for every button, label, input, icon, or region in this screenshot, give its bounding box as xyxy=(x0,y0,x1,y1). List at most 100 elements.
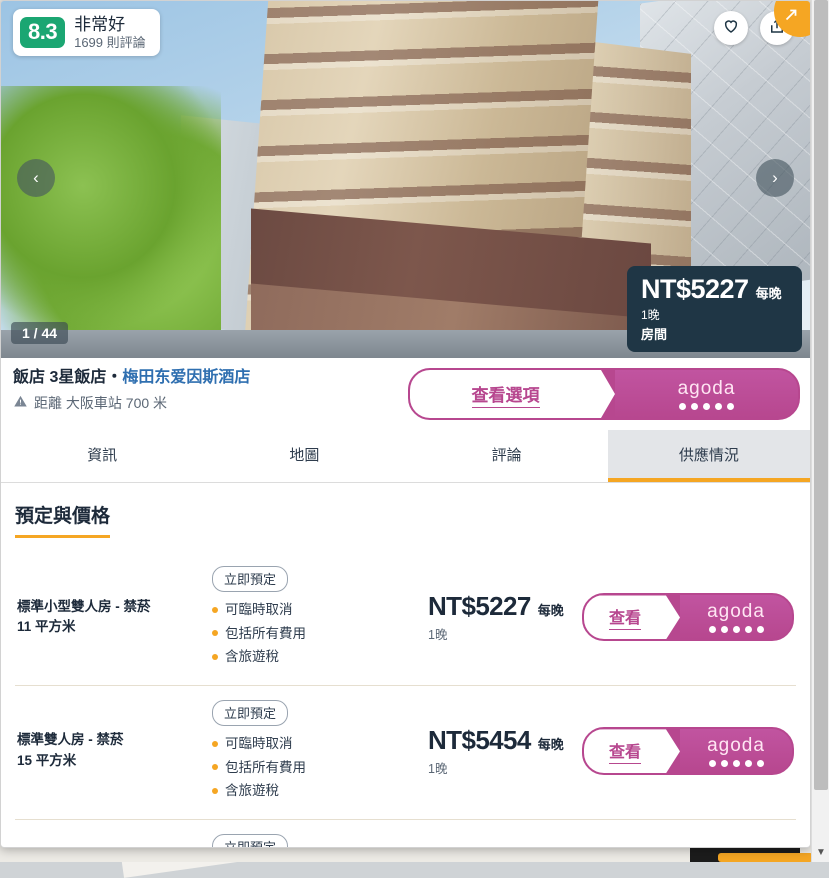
room-name-block: 標準小型雙人房 - 禁菸 11 平方米 xyxy=(17,597,202,639)
room-feature: 含旅遊稅 xyxy=(212,779,412,803)
room-row: 標準小型雙人房 - 禁菸 11 平方米 立即預定 可臨時取消 包括所有費用 含旅… xyxy=(15,552,796,685)
agoda-dots-icon xyxy=(709,626,764,633)
room-feature-label: 可臨時取消 xyxy=(225,732,293,756)
room-features: 立即預定 可臨時取消 包括所有費用 含旅遊稅 xyxy=(212,566,412,669)
hero-price-nights: 1晚 xyxy=(641,306,786,323)
page-scrollbar[interactable]: ▼ xyxy=(811,0,829,862)
carousel-prev-button[interactable]: ‹ xyxy=(17,159,55,197)
hotel-distance-row: 距離 大阪車站 700 米 xyxy=(13,393,398,413)
agoda-logo: agoda xyxy=(678,378,736,400)
carousel-next-button[interactable]: › xyxy=(756,159,794,197)
rating-score: 8.3 xyxy=(20,17,65,48)
scroll-down-arrow-icon[interactable]: ▼ xyxy=(812,847,829,858)
room-price-per: 每晚 xyxy=(538,734,564,753)
provider-area-agoda[interactable]: agoda xyxy=(680,595,792,639)
hotel-distance-text: 距離 大阪車站 700 米 xyxy=(34,393,167,413)
agoda-logo: agoda xyxy=(707,735,765,757)
room-price-amount: NT$5227 xyxy=(428,591,531,622)
expand-arrow-icon xyxy=(782,6,800,29)
agoda-dots-icon xyxy=(679,403,734,410)
image-counter: 1 / 44 xyxy=(11,322,68,344)
instant-book-badge: 立即預定 xyxy=(212,700,288,726)
room-feature-label: 含旅遊稅 xyxy=(225,645,279,669)
tab-availability[interactable]: 供應情況 xyxy=(608,430,810,482)
tab-info[interactable]: 資訊 xyxy=(1,430,203,482)
room-feature-label: 包括所有費用 xyxy=(225,756,306,780)
agoda-dots-icon xyxy=(709,760,764,767)
room-price-per: 每晚 xyxy=(538,600,564,619)
view-options-button[interactable]: 查看選項 agoda xyxy=(408,368,800,420)
room-book-label-area[interactable]: 查看 xyxy=(584,595,680,639)
rating-review-count: 1699 則評論 xyxy=(74,36,146,51)
room-price-nights: 1晚 xyxy=(428,624,572,643)
favorite-button[interactable] xyxy=(714,11,748,45)
view-options-label: 查看選項 xyxy=(472,381,540,408)
room-name: 標準雙人房 - 禁菸 xyxy=(17,730,202,751)
bullet-icon xyxy=(212,654,218,660)
room-feature: 可臨時取消 xyxy=(212,598,412,622)
room-size: 15 平方米 xyxy=(17,751,202,772)
provider-area-agoda[interactable]: agoda xyxy=(615,370,798,418)
chevron-right-icon: › xyxy=(772,168,778,188)
room-name: 標準小型雙人房 - 禁菸 xyxy=(17,597,202,618)
chevron-left-icon: ‹ xyxy=(33,168,39,188)
hotel-title: 飯店 3星飯店・梅田东爱因斯酒店 xyxy=(13,368,398,389)
agoda-logo: agoda xyxy=(707,601,765,623)
scrollbar-thumb[interactable] xyxy=(814,0,828,790)
tab-reviews-label: 評論 xyxy=(492,447,522,464)
room-feature: 可臨時取消 xyxy=(212,732,412,756)
room-book-button[interactable]: 查看 agoda xyxy=(582,593,794,641)
room-book-label-area[interactable]: 查看 xyxy=(584,729,680,773)
room-feature: 包括所有費用 xyxy=(212,622,412,646)
room-book-button[interactable]: 查看 agoda xyxy=(582,727,794,775)
hero-price-overlay: NT$5227 每晚 1晚 房間 xyxy=(627,266,802,352)
room-size: 11 平方米 xyxy=(17,617,202,638)
room-price-block: NT$5454 每晚 1晚 xyxy=(422,725,572,777)
bullet-icon xyxy=(212,788,218,794)
bullet-icon xyxy=(212,741,218,747)
room-name-block: 標準雙人房 - 禁菸 15 平方米 xyxy=(17,730,202,772)
tree-foliage xyxy=(1,86,221,336)
hero-price-amount: NT$5227 xyxy=(641,274,749,305)
rating-word: 非常好 xyxy=(74,15,146,35)
hero-image[interactable]: 8.3 非常好 1699 則評論 xyxy=(1,1,810,358)
room-feature-label: 含旅遊稅 xyxy=(225,779,279,803)
instant-book-badge: 立即預定 xyxy=(212,566,288,592)
provider-area-agoda[interactable]: agoda xyxy=(680,729,792,773)
hero-price-unit: 房間 xyxy=(641,324,786,343)
hotel-info: 飯店 3星飯店・梅田东爱因斯酒店 距離 大阪車站 700 米 xyxy=(13,368,398,420)
tab-map-label: 地圖 xyxy=(289,447,319,464)
tab-info-label: 資訊 xyxy=(87,447,117,464)
bullet-icon xyxy=(212,607,218,613)
room-features: 立即預定 取消恕不退款 包括所有費用 含旅遊稅 xyxy=(212,834,412,848)
room-feature: 包括所有費用 xyxy=(212,756,412,780)
rating-badge[interactable]: 8.3 非常好 1699 則評論 xyxy=(13,9,160,56)
instant-book-badge: 立即預定 xyxy=(212,834,288,848)
room-row: 雙人房（小型雙人床）- 禁菸 - 不退款 2 位住客, 12 平方米 立即預定 … xyxy=(15,819,796,848)
warning-triangle-icon xyxy=(13,394,28,412)
bullet-icon xyxy=(212,630,218,636)
hero-price-main: NT$5227 每晚 xyxy=(641,274,786,305)
room-row: 標準雙人房 - 禁菸 15 平方米 立即預定 可臨時取消 包括所有費用 含旅遊稅… xyxy=(15,685,796,819)
tab-reviews[interactable]: 評論 xyxy=(406,430,608,482)
heart-icon xyxy=(722,17,740,40)
booking-section: 預定與價格 標準小型雙人房 - 禁菸 11 平方米 立即預定 可臨時取消 包括所… xyxy=(1,483,810,848)
tab-availability-label: 供應情況 xyxy=(679,447,739,464)
room-book-label: 查看 xyxy=(609,604,641,630)
room-feature-label: 可臨時取消 xyxy=(225,598,293,622)
hotel-name[interactable]: 梅田东爱因斯酒店 xyxy=(122,369,250,386)
view-options-label-area[interactable]: 查看選項 xyxy=(410,370,615,418)
room-feature-label: 包括所有費用 xyxy=(225,622,306,646)
room-book-label: 查看 xyxy=(609,738,641,764)
hotel-header-row: 飯店 3星飯店・梅田东爱因斯酒店 距離 大阪車站 700 米 查看選項 agod… xyxy=(1,358,810,430)
booking-section-title: 預定與價格 xyxy=(15,501,110,538)
room-price-main: NT$5227 每晚 xyxy=(428,591,572,622)
bg-orange-bar xyxy=(718,853,813,862)
room-feature: 含旅遊稅 xyxy=(212,645,412,669)
hotel-category: 飯店 3星飯店・ xyxy=(13,369,122,386)
tab-map[interactable]: 地圖 xyxy=(203,430,405,482)
room-price-amount: NT$5454 xyxy=(428,725,531,756)
room-price-main: NT$5454 每晚 xyxy=(428,725,572,756)
room-price-block: NT$5227 每晚 1晚 xyxy=(422,591,572,643)
bullet-icon xyxy=(212,764,218,770)
